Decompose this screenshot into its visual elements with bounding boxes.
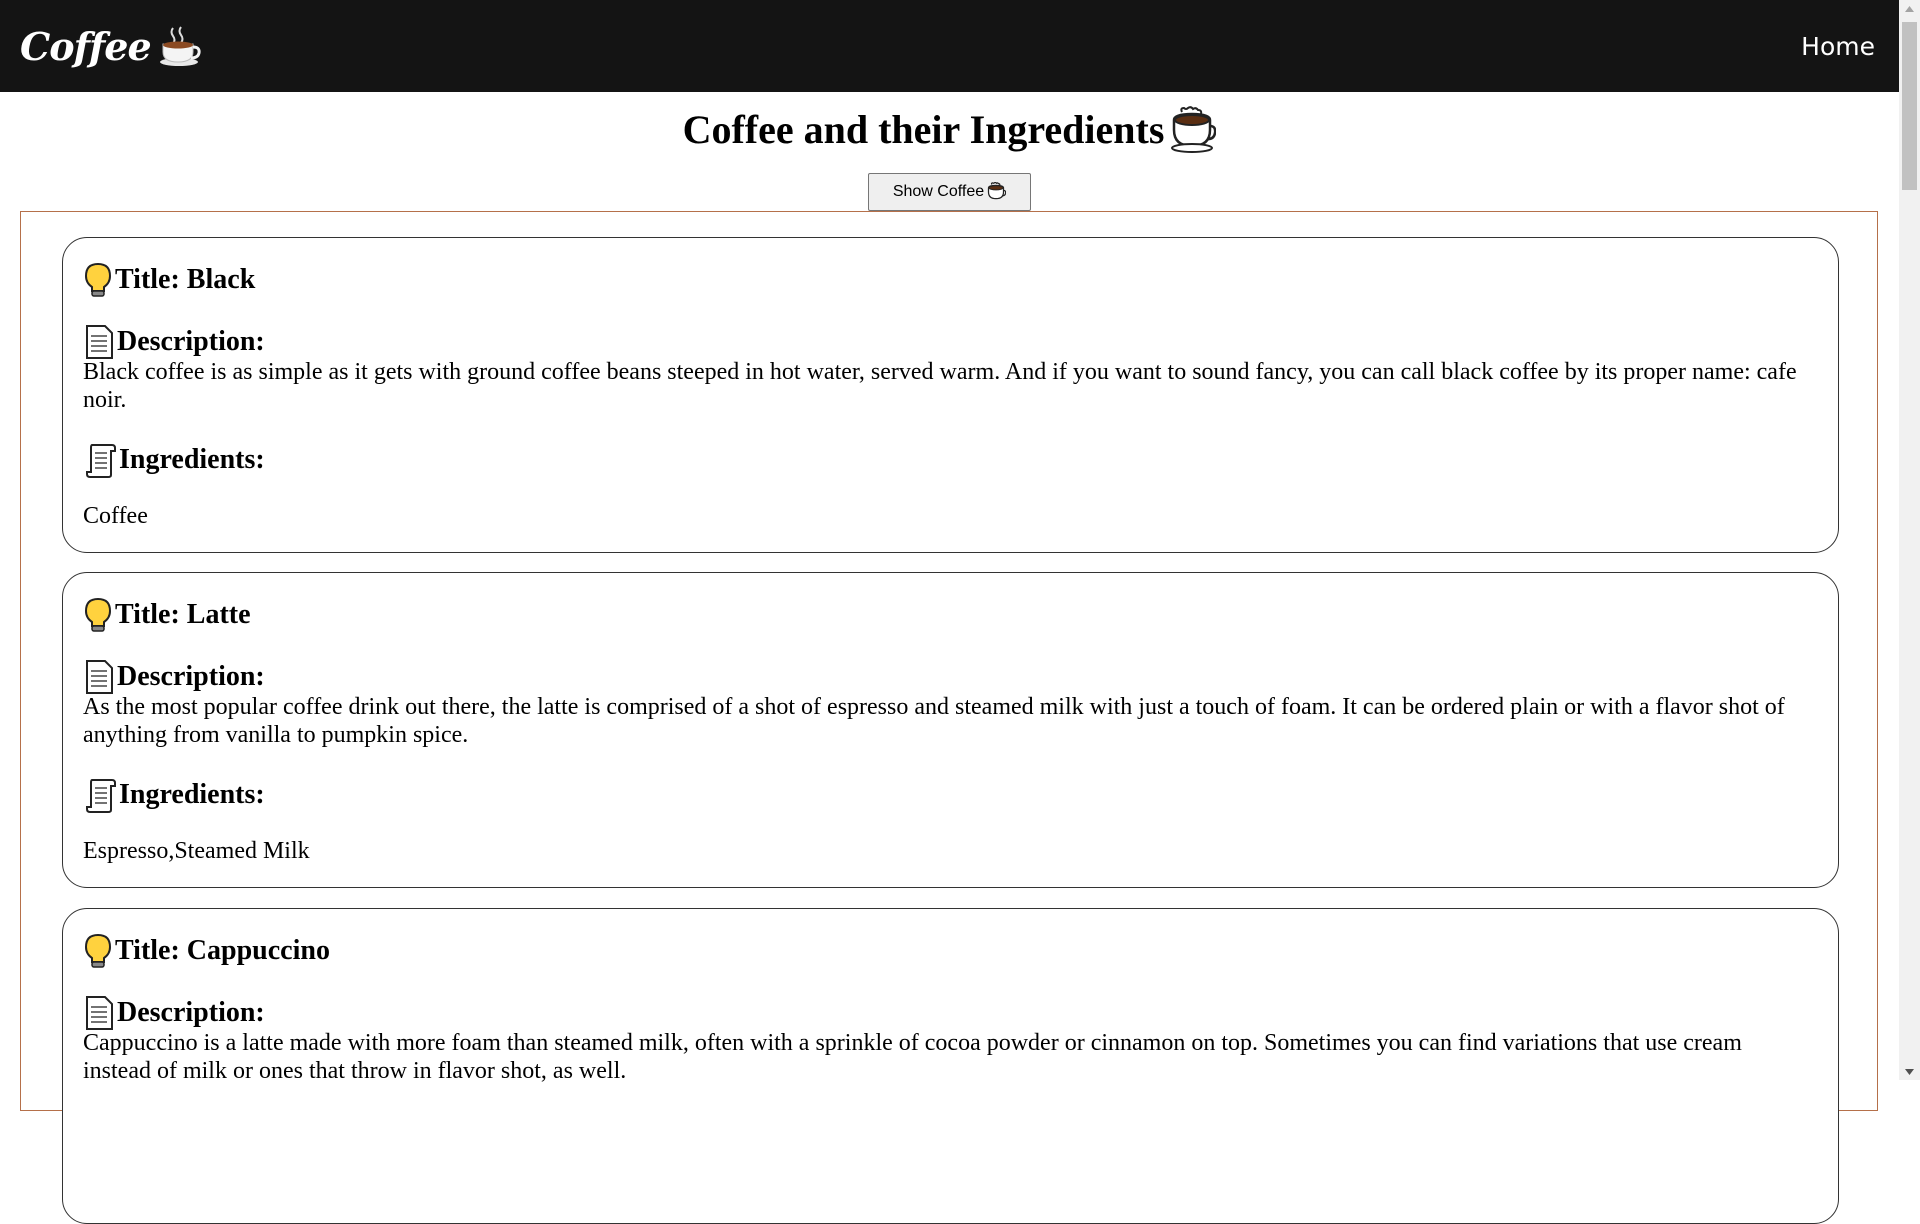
- scroll-up-arrow-icon[interactable]: [1899, 0, 1920, 17]
- scroll-thumb[interactable]: [1902, 22, 1917, 190]
- coffee-description: Black coffee is as simple as it gets wit…: [83, 359, 1797, 413]
- scroll-icon: [86, 779, 116, 813]
- coffee-title: Title: Latte: [83, 597, 251, 633]
- coffee-list-container: Title: Black Description: Black coffee i…: [20, 211, 1878, 1224]
- page-document-icon: [86, 325, 113, 359]
- show-coffee-button-label: Show Coffee: [892, 183, 985, 200]
- hot-beverage-icon: [1171, 106, 1217, 153]
- navbar: Coffee Home: [0, 0, 1899, 92]
- scroll-icon: [86, 444, 116, 478]
- coffee-title: Title: Black: [83, 262, 255, 298]
- light-bulb-icon: [84, 933, 112, 968]
- brand-logo[interactable]: Coffee: [20, 24, 201, 69]
- coffee-title: Title: Cappuccino: [83, 933, 330, 969]
- hot-beverage-icon: [988, 182, 1007, 200]
- coffee-card: Title: Black Description: Black coffee i…: [62, 237, 1839, 553]
- page-scrollbar[interactable]: [1899, 0, 1920, 1080]
- page-title: Coffee and their Ingredients: [0, 100, 1899, 160]
- ingredients-heading: Ingredients:: [83, 442, 265, 478]
- coffee-ingredients: Espresso,Steamed Milk: [83, 838, 310, 864]
- description-heading: Description:: [83, 324, 265, 360]
- coffee-ingredients: Coffee: [83, 503, 148, 529]
- light-bulb-icon: [84, 262, 112, 297]
- coffee-card: Title: Latte Description: As the most po…: [62, 572, 1839, 888]
- ingredients-heading: Ingredients:: [83, 777, 265, 813]
- page-document-icon: [86, 996, 113, 1030]
- brand-name: Coffee: [20, 23, 152, 69]
- coffee-description: Cappuccino is a latte made with more foa…: [83, 1030, 1742, 1084]
- scroll-down-arrow-icon[interactable]: [1899, 1063, 1920, 1080]
- show-coffee-button[interactable]: Show Coffee: [868, 173, 1031, 211]
- page-title-text: Coffee and their Ingredients: [682, 107, 1165, 152]
- coffee-card: Title: Cappuccino Description: Cappuccin…: [62, 908, 1839, 1224]
- hot-beverage-icon: [159, 26, 201, 66]
- light-bulb-icon: [84, 597, 112, 632]
- page-document-icon: [86, 660, 113, 694]
- description-heading: Description:: [83, 995, 265, 1031]
- description-heading: Description:: [83, 659, 265, 695]
- coffee-description: As the most popular coffee drink out the…: [83, 694, 1785, 748]
- nav-home-link[interactable]: Home: [1801, 32, 1875, 61]
